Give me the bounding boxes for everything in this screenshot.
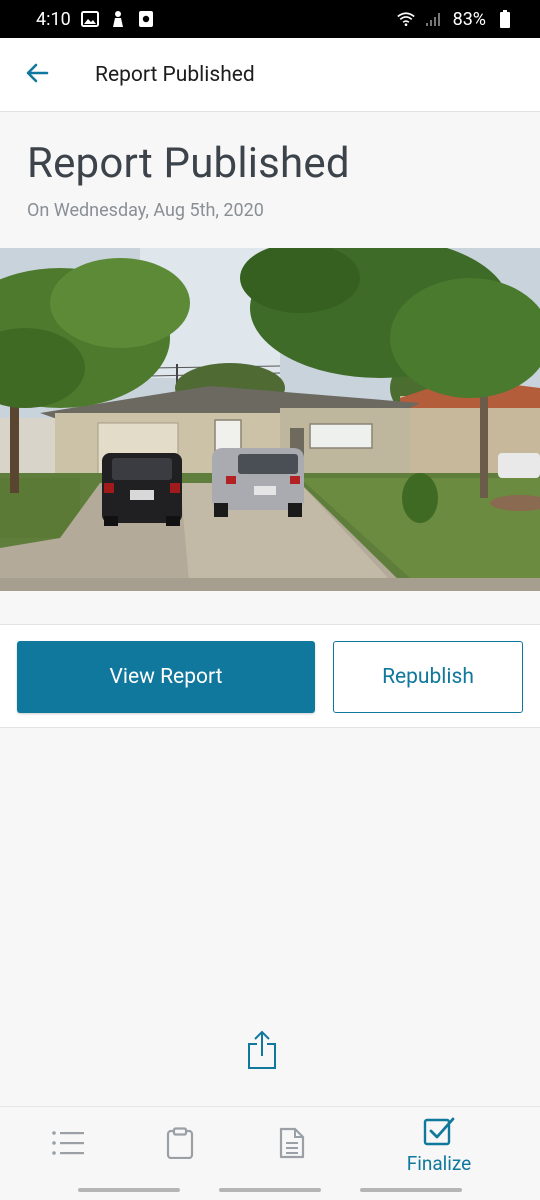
signal-icon [425, 10, 443, 28]
view-report-button[interactable]: View Report [17, 641, 315, 713]
clipboard-icon [166, 1127, 194, 1163]
status-bar-left: 4:10 [36, 9, 155, 30]
gesture-segment [219, 1188, 321, 1192]
action-bar: View Report Republish [0, 624, 540, 728]
wifi-icon [396, 10, 415, 28]
page-header: Report Published On Wednesday, Aug 5th, … [0, 112, 540, 248]
back-button[interactable] [0, 38, 74, 112]
nav-label-finalize: Finalize [406, 1151, 472, 1175]
status-bar: 4:10 83% [0, 0, 540, 38]
arrow-left-icon [25, 62, 49, 88]
nav-item-document[interactable] [252, 1107, 332, 1183]
republish-button[interactable]: Republish [333, 641, 523, 713]
nav-item-clipboard[interactable] [140, 1107, 220, 1183]
gesture-bar [0, 1182, 540, 1200]
property-photo [0, 248, 540, 591]
battery-percent: 83% [452, 8, 486, 30]
share-button[interactable] [244, 1030, 280, 1074]
nav-item-finalize[interactable]: Finalize [392, 1107, 486, 1183]
gallery-icon [80, 10, 99, 28]
publish-date: On Wednesday, Aug 5th, 2020 [27, 200, 264, 221]
app-bar: Report Published [0, 38, 540, 112]
gesture-segment [78, 1188, 180, 1192]
share-upload-icon [247, 1030, 277, 1074]
document-icon [279, 1127, 305, 1163]
list-icon [51, 1130, 85, 1160]
app-notification-icon [137, 10, 155, 28]
battery-icon [496, 10, 514, 28]
nav-item-list[interactable] [28, 1107, 108, 1183]
checkbox-icon [423, 1116, 455, 1150]
status-bar-right: 83% [396, 8, 514, 30]
person-icon [109, 10, 127, 28]
page-title: Report Published [27, 139, 350, 188]
bottom-nav: Finalize [0, 1106, 540, 1182]
screen: 4:10 83% Report Published Report Publish… [0, 0, 540, 1200]
app-bar-title: Report Published [95, 62, 255, 87]
status-time: 4:10 [36, 8, 71, 30]
gesture-segment [360, 1188, 462, 1192]
